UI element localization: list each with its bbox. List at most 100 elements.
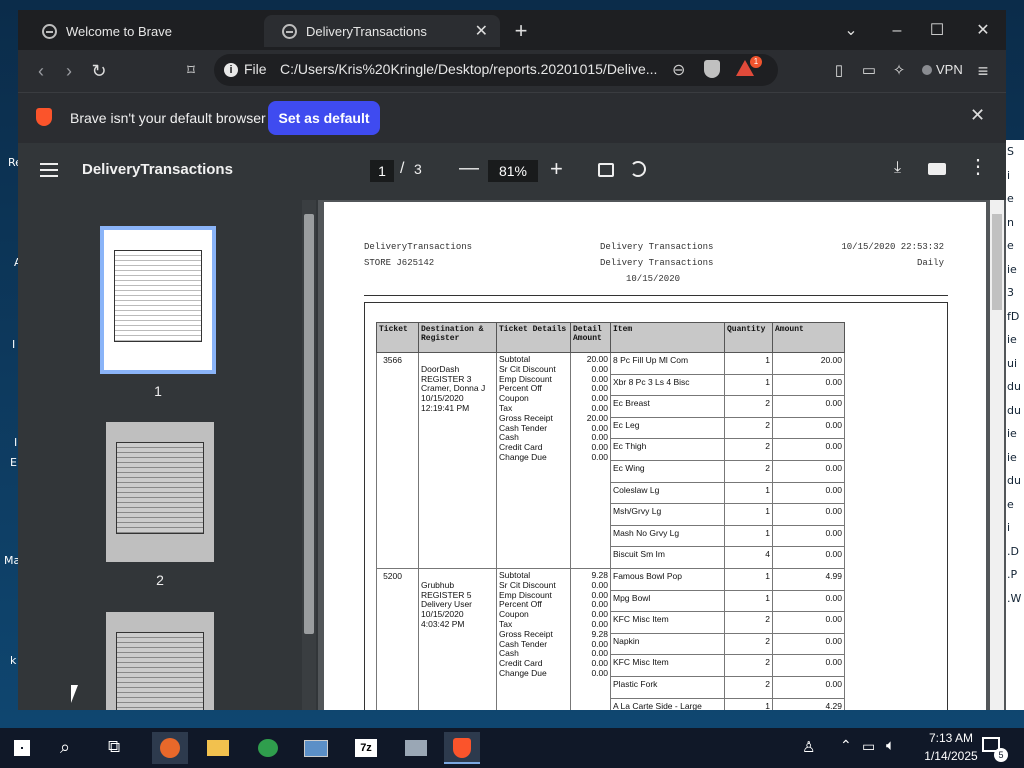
ticket-details-cell: Subtotal Sr Cit Discount Emp Discount Perce… [496, 567, 571, 710]
column-header: Ticket [376, 322, 419, 353]
forward-icon[interactable]: › [56, 59, 82, 83]
7zip-icon[interactable]: 7z [348, 732, 384, 764]
transactions-table: Ticket Destination & Register Ticket Det… [376, 322, 845, 710]
notification-count: 5 [994, 748, 1008, 762]
page-separator: / [400, 160, 405, 177]
zoom-in-button[interactable]: + [550, 156, 563, 182]
monitor-app-icon[interactable] [298, 732, 334, 764]
peek-text: du [1007, 380, 1021, 393]
peek-text: ie [1007, 450, 1017, 464]
column-header: Ticket Details [496, 322, 571, 353]
download-icon[interactable]: ⤓ [894, 159, 901, 177]
report-title: Delivery Transactions [600, 242, 714, 252]
print-icon[interactable] [928, 163, 946, 175]
firefox-icon[interactable] [152, 732, 188, 764]
cell-line: 0.00 [591, 667, 608, 678]
file-explorer-icon[interactable] [200, 732, 236, 764]
desktop-icon-label[interactable]: I [14, 436, 17, 449]
close-icon[interactable]: ✕ [970, 105, 985, 126]
cell-line: 4:03:42 PM [421, 618, 465, 629]
item-amount: 0.00 [772, 481, 845, 505]
minimize-button[interactable]: – [882, 18, 912, 44]
item-name: A La Carte Side - Large [610, 697, 725, 710]
reload-icon[interactable]: ↻ [86, 59, 112, 83]
item-name: Napkin [610, 632, 725, 656]
info-icon[interactable]: i [224, 63, 238, 77]
network-icon[interactable]: ▭ [862, 738, 875, 755]
column-header: Amount [772, 322, 845, 353]
desktop-icon-label[interactable]: E [10, 456, 17, 469]
close-window-button[interactable]: ✕ [968, 18, 998, 44]
more-options-icon[interactable]: ⋮ [968, 157, 988, 177]
tab-welcome[interactable]: Welcome to Brave [24, 15, 262, 47]
item-amount: 4.99 [772, 567, 845, 591]
pdf-document-area: DeliveryTransactions STORE J625142 Deliv… [318, 200, 1006, 710]
search-icon[interactable]: ⌕ [60, 737, 70, 758]
menu-icon[interactable]: ≡ [970, 59, 996, 83]
people-icon[interactable]: ♙ [802, 738, 815, 756]
vpn-button[interactable]: VPN [936, 62, 963, 77]
tab-delivery-transactions[interactable]: DeliveryTransactions ✕ [264, 15, 500, 47]
item-name: Msh/Grvy Lg [610, 503, 725, 526]
item-name: KFC Misc Item [610, 654, 725, 677]
desktop-icon-label[interactable]: I [12, 338, 15, 351]
desktop-icon-label[interactable]: k [10, 654, 16, 667]
item-name: Mpg Bowl [610, 589, 725, 613]
thumbnail-sidebar: 1 2 [18, 200, 318, 710]
vpn-status-icon [922, 65, 932, 75]
zoom-out-button[interactable]: — [459, 157, 479, 180]
bookmark-icon[interactable]: ⌑ [178, 59, 204, 83]
brave-shields-icon[interactable] [704, 60, 720, 78]
item-name: Ec Wing [610, 459, 725, 483]
back-icon[interactable]: ‹ [28, 59, 54, 83]
item-amount: 0.00 [772, 611, 845, 634]
peek-text: 3 [1007, 286, 1014, 299]
peek-text: .P [1007, 568, 1018, 581]
item-amount: 0.00 [772, 395, 845, 418]
store-id: STORE J625142 [364, 258, 435, 268]
page-thumbnail-1[interactable] [100, 226, 216, 374]
zoom-input[interactable]: 81% [488, 160, 538, 182]
peek-text: S [1007, 145, 1014, 158]
item-quantity: 1 [724, 589, 773, 613]
url-text[interactable]: C:/Users/Kris%20Kringle/Desktop/reports.… [280, 61, 660, 77]
zoom-indicator-icon[interactable]: ⊖ [672, 60, 685, 80]
page-number-input[interactable]: 1 [370, 160, 394, 182]
peek-text: du [1007, 403, 1021, 417]
leo-ai-icon[interactable]: ✧ [886, 59, 912, 83]
hamburger-menu-icon[interactable] [40, 163, 58, 177]
show-hidden-icons[interactable]: ⌃ [840, 737, 852, 754]
computer-management-icon[interactable] [398, 732, 434, 764]
report-date: 10/15/2020 [626, 274, 681, 284]
sidebar-icon[interactable]: ▯ [826, 59, 852, 83]
tab-search-icon[interactable]: ⌄ [836, 18, 866, 44]
clock-time[interactable]: 7:13 AM [916, 731, 986, 745]
task-view-icon[interactable]: ⧉ [108, 737, 120, 757]
brave-browser-window: Welcome to Brave DeliveryTransactions ✕ … [18, 10, 1006, 710]
default-browser-infobar: Brave isn't your default browser Set as … [18, 92, 1006, 143]
item-quantity: 1 [724, 373, 773, 397]
close-tab-icon[interactable]: ✕ [475, 21, 488, 41]
cell-line: 0.00 [591, 451, 608, 462]
clock-date[interactable]: 1/14/2025 [916, 749, 986, 763]
peek-text: fD [1007, 309, 1020, 323]
sidebar-scroll-thumb[interactable] [304, 214, 314, 634]
brave-taskbar-icon[interactable] [444, 732, 480, 764]
document-scroll-thumb[interactable] [992, 214, 1002, 310]
peek-text: e [1007, 192, 1014, 205]
peek-text: n [1007, 215, 1014, 229]
rotate-icon[interactable] [630, 161, 646, 177]
page-thumbnail-2[interactable] [106, 422, 214, 562]
wallet-icon[interactable]: ▭ [856, 59, 882, 83]
windows-start-icon[interactable] [14, 740, 30, 756]
set-as-default-button[interactable]: Set as default [268, 101, 380, 135]
volume-icon[interactable]: 🔈︎ [886, 737, 895, 754]
new-tab-button[interactable]: + [508, 18, 534, 44]
network-app-icon[interactable] [250, 732, 286, 764]
address-bar[interactable]: i File C:/Users/Kris%20Kringle/Desktop/r… [214, 54, 778, 86]
maximize-button[interactable]: ☐ [922, 18, 952, 44]
tab-label: Welcome to Brave [66, 23, 172, 39]
thumbnail-number: 1 [154, 383, 162, 399]
page-thumbnail-3[interactable] [106, 612, 214, 710]
fit-to-page-icon[interactable] [598, 163, 614, 177]
